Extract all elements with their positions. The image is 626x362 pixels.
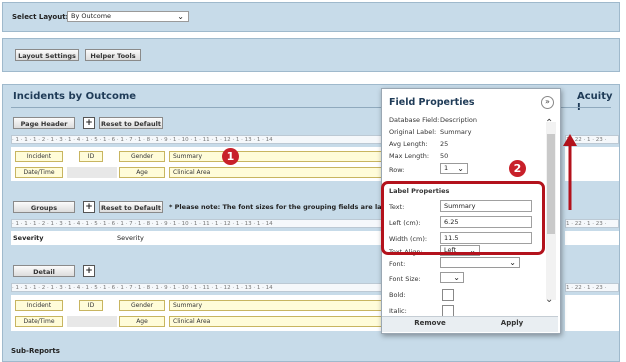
severity-field[interactable]: Severity bbox=[117, 234, 144, 242]
select-layout-value: By Outcome bbox=[71, 12, 112, 20]
field-datetime[interactable]: Date/Time bbox=[15, 167, 63, 178]
ruler-right: 1 · 22 · 1 · 23 · bbox=[565, 219, 619, 228]
subreports-heading: Sub-Reports bbox=[11, 347, 60, 355]
row-label: Row: bbox=[389, 166, 405, 174]
ruler-right: 1 · 22 · 1 · 23 · bbox=[565, 283, 619, 292]
callout-badge-2: 2 bbox=[509, 160, 526, 177]
field-incident[interactable]: Incident bbox=[15, 151, 63, 162]
page-header-button[interactable]: Page Header bbox=[13, 117, 75, 129]
chevron-down-icon: ⌄ bbox=[177, 12, 184, 21]
row-select-value: 1 bbox=[444, 164, 449, 172]
detail-button[interactable]: Detail bbox=[13, 265, 75, 277]
ruler: · 1 · 1 · 1 · 2 · 1 · 3 · 1 · 4 · 1 · 5 … bbox=[11, 135, 383, 144]
ruler: · 1 · 1 · 1 · 2 · 1 · 3 · 1 · 4 · 1 · 5 … bbox=[11, 219, 383, 228]
groups-band-right bbox=[565, 231, 619, 245]
bold-label: Bold: bbox=[389, 291, 406, 299]
select-layout-bar: Select Layout: By Outcome ⌄ bbox=[2, 2, 620, 32]
font-label: Font: bbox=[389, 260, 406, 268]
field-clinical-area[interactable]: Clinical Area bbox=[169, 316, 383, 327]
field-datetime[interactable]: Date/Time bbox=[15, 316, 63, 327]
empty-slot bbox=[67, 167, 117, 178]
field-age[interactable]: Age bbox=[119, 167, 165, 178]
detail-band-right bbox=[565, 295, 619, 331]
original-label-value: Summary bbox=[440, 128, 472, 136]
field-incident[interactable]: Incident bbox=[15, 300, 63, 311]
reset-default-button[interactable]: Reset to Default bbox=[99, 117, 163, 129]
groups-note: * Please note: The font sizes for the gr… bbox=[169, 203, 409, 211]
report-title: Incidents by Outcome bbox=[13, 91, 137, 102]
field-summary[interactable]: Summary bbox=[169, 151, 383, 162]
database-field-label: Database Field: bbox=[389, 116, 440, 124]
field-id[interactable]: ID bbox=[79, 300, 103, 311]
chevron-down-icon: ⌄ bbox=[509, 258, 516, 267]
original-label-label: Original Label: bbox=[389, 128, 437, 136]
field-gender[interactable]: Gender bbox=[119, 300, 165, 311]
remove-button[interactable]: Remove bbox=[402, 319, 458, 327]
italic-label: Italic: bbox=[389, 307, 407, 315]
field-id[interactable]: ID bbox=[79, 151, 103, 162]
font-select[interactable]: ⌄ bbox=[440, 257, 520, 268]
highlight-box bbox=[381, 181, 545, 255]
row-select[interactable]: 1 ⌄ bbox=[440, 163, 468, 174]
groups-button[interactable]: Groups bbox=[13, 201, 75, 213]
font-size-label: Font Size: bbox=[389, 275, 421, 283]
field-clinical-area[interactable]: Clinical Area bbox=[169, 167, 383, 178]
collapse-icon[interactable]: » bbox=[541, 96, 554, 109]
acuity-title: Acuity I bbox=[577, 91, 613, 113]
font-size-select[interactable]: ⌄ bbox=[440, 272, 464, 283]
database-field-value: Description bbox=[440, 116, 478, 124]
expand-icon[interactable]: + bbox=[83, 117, 95, 129]
arrow-up-icon bbox=[563, 134, 577, 210]
layout-settings-button[interactable]: Layout Settings bbox=[15, 49, 79, 61]
groups-band: Severity Severity bbox=[11, 231, 383, 245]
field-age[interactable]: Age bbox=[119, 316, 165, 327]
scrollbar-thumb[interactable] bbox=[547, 134, 555, 234]
select-layout-dropdown[interactable]: By Outcome ⌄ bbox=[67, 11, 189, 22]
reset-default-button[interactable]: Reset to Default bbox=[99, 201, 163, 213]
apply-button[interactable]: Apply bbox=[484, 319, 540, 327]
chevron-up-icon[interactable]: ⌃ bbox=[545, 118, 553, 129]
collapse-glyph: » bbox=[545, 97, 550, 106]
severity-label: Severity bbox=[13, 234, 44, 242]
select-layout-label: Select Layout: bbox=[12, 13, 69, 21]
page-header-band: Incident ID Gender Summary Date/Time Age… bbox=[11, 147, 383, 181]
max-length-label: Max Length: bbox=[389, 152, 430, 160]
bold-checkbox[interactable] bbox=[442, 289, 454, 301]
avg-length-value: 25 bbox=[440, 140, 449, 148]
chevron-down-icon: ⌄ bbox=[457, 164, 464, 173]
callout-badge-1: 1 bbox=[222, 148, 239, 165]
detail-band: Incident ID Gender Summary Date/Time Age… bbox=[11, 295, 383, 331]
chevron-down-icon: ⌄ bbox=[453, 273, 460, 282]
expand-icon[interactable]: + bbox=[83, 201, 95, 213]
empty-slot bbox=[67, 316, 117, 327]
avg-length-label: Avg Length: bbox=[389, 140, 428, 148]
expand-icon[interactable]: + bbox=[83, 265, 95, 277]
toolbar-panel: Layout Settings Helper Tools bbox=[2, 38, 620, 72]
dialog-title: Field Properties bbox=[389, 97, 475, 108]
chevron-down-icon[interactable]: ⌄ bbox=[545, 294, 553, 305]
ruler: · 1 · 1 · 1 · 2 · 1 · 3 · 1 · 4 · 1 · 5 … bbox=[11, 283, 383, 292]
helper-tools-button[interactable]: Helper Tools bbox=[85, 49, 141, 61]
field-summary[interactable]: Summary bbox=[169, 300, 383, 311]
field-gender[interactable]: Gender bbox=[119, 151, 165, 162]
max-length-value: 50 bbox=[440, 152, 449, 160]
